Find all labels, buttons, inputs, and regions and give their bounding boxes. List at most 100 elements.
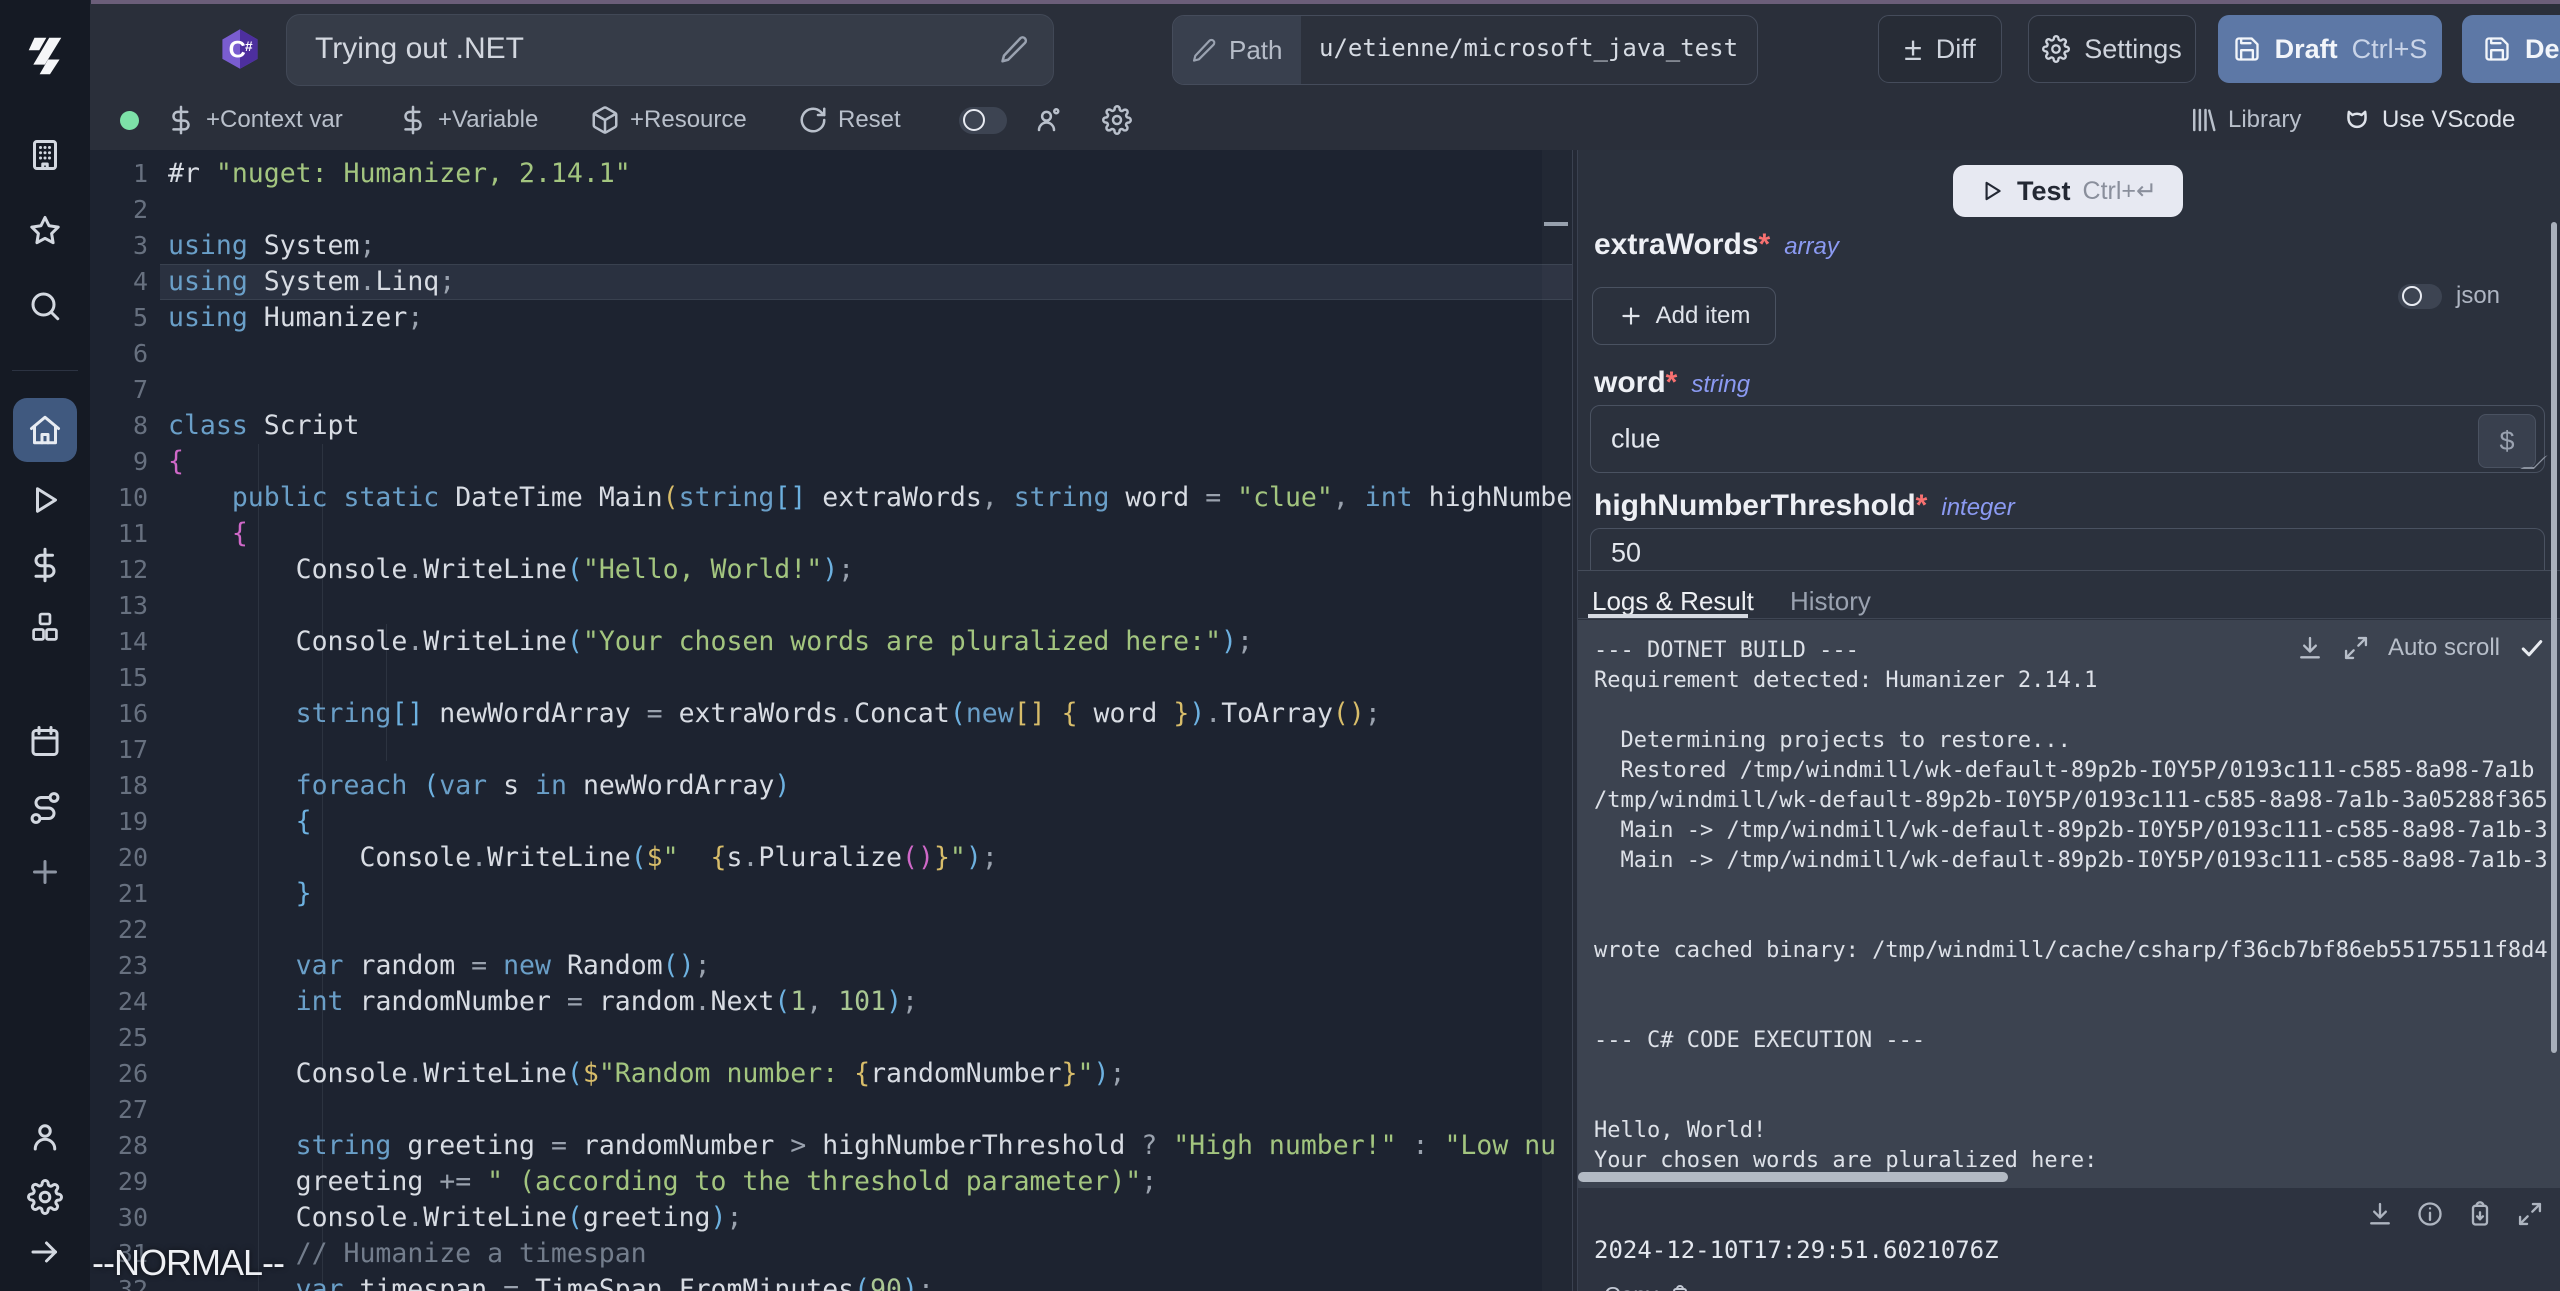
line-number: 16 (90, 696, 148, 732)
code-line[interactable]: 12 Console.WriteLine("Hello, World!"); (90, 552, 1572, 588)
code-line[interactable]: 13 (90, 588, 1572, 624)
word-input[interactable]: clue $ (1590, 405, 2545, 473)
code-line[interactable]: 14 Console.WriteLine("Your chosen words … (90, 624, 1572, 660)
draft-label: Draft (2275, 34, 2338, 65)
logs-horizontal-scrollbar[interactable] (1578, 1172, 2008, 1182)
code-line[interactable]: 10 public static DateTime Main(string[] … (90, 480, 1572, 516)
highnumberthreshold-value: 50 (1611, 538, 1641, 569)
sidebar-item-workspace[interactable] (27, 137, 63, 173)
code-line[interactable]: 26 Console.WriteLine($"Random number: {r… (90, 1056, 1572, 1092)
code-line[interactable]: 19 { (90, 804, 1572, 840)
auto-scroll-label: Auto scroll (2388, 634, 2500, 662)
code-editor[interactable]: 1#r "nuget: Humanizer, 2.14.1"23using Sy… (90, 150, 1572, 1291)
sidebar-item-more[interactable] (27, 854, 63, 890)
svg-text:#: # (245, 39, 253, 54)
copy-label: Copy (1604, 1282, 1658, 1291)
expand-logs-icon[interactable] (2342, 634, 2370, 662)
code-line[interactable]: 9{ (90, 444, 1572, 480)
code-line[interactable]: 21 } (90, 876, 1572, 912)
windmill-logo-icon[interactable] (22, 33, 68, 79)
code-line[interactable]: 25 (90, 1020, 1572, 1056)
line-number: 2 (90, 192, 148, 228)
path-value: u/etienne/microsoft_java_test (1319, 34, 1738, 62)
tab-history[interactable]: History (1790, 586, 1871, 617)
download-logs-icon[interactable] (2296, 634, 2324, 662)
toolbar-toggle[interactable] (959, 90, 1007, 150)
multiplayer-button[interactable] (1034, 90, 1064, 150)
path-field[interactable]: Path u/etienne/microsoft_java_test (1172, 15, 1758, 85)
sidebar-item-flows[interactable] (27, 790, 63, 826)
test-button[interactable]: Test Ctrl+↵ (1953, 165, 2183, 217)
add-context-var-button[interactable]: +Context var (166, 90, 343, 150)
editor-scrollbar[interactable] (1542, 150, 1572, 1291)
sidebar-item-runs[interactable] (27, 482, 63, 518)
highnumberthreshold-input[interactable]: 50 (1590, 528, 2545, 570)
code-line[interactable]: 3using System; (90, 228, 1572, 264)
code-line[interactable]: 7 (90, 372, 1572, 408)
settings-button[interactable]: Settings (2028, 15, 2196, 83)
copy-button[interactable]: Copy (1604, 1282, 1692, 1291)
sidebar-item-variables[interactable] (27, 547, 63, 583)
result-tools (2366, 1200, 2544, 1228)
status-dot (120, 111, 139, 130)
deploy-button[interactable]: Deploy (2462, 15, 2560, 83)
json-toggle[interactable] (2398, 284, 2442, 309)
tab-logs-result[interactable]: Logs & Result (1592, 586, 1754, 617)
library-button[interactable]: Library (2188, 90, 2301, 150)
code-line[interactable]: 18 foreach (var s in newWordArray) (90, 768, 1572, 804)
code-line[interactable]: 32 var timespan = TimeSpan.FromMinutes(9… (90, 1272, 1572, 1291)
sidebar-expand-icon[interactable] (27, 1234, 63, 1270)
json-toggle-row: json (2398, 282, 2500, 310)
panel-vertical-scrollbar[interactable] (2551, 222, 2557, 1053)
add-item-button[interactable]: Add item (1592, 287, 1776, 345)
insert-variable-button[interactable]: $ (2478, 414, 2536, 468)
code-line[interactable]: 8class Script (90, 408, 1572, 444)
sidebar-item-search[interactable] (27, 288, 63, 324)
code-line[interactable]: 23 var random = new Random(); (90, 948, 1572, 984)
use-vscode-button[interactable]: Use VScode (2342, 90, 2515, 150)
download-result-icon[interactable] (2366, 1200, 2394, 1228)
info-icon[interactable] (2416, 1200, 2444, 1228)
code-line[interactable]: 27 (90, 1092, 1572, 1128)
code-line[interactable]: 24 int randomNumber = random.Next(1, 101… (90, 984, 1572, 1020)
code-line[interactable]: 22 (90, 912, 1572, 948)
code-line[interactable]: 1#r "nuget: Humanizer, 2.14.1" (90, 156, 1572, 192)
sidebar-item-favorites[interactable] (27, 213, 63, 249)
code-line[interactable]: 4using System.Linq; (90, 264, 1572, 300)
expand-result-icon[interactable] (2516, 1200, 2544, 1228)
sidebar-item-settings[interactable] (27, 1179, 63, 1215)
add-resource-button[interactable]: +Resource (590, 90, 747, 150)
code-line[interactable]: 5using Humanizer; (90, 300, 1572, 336)
code-line[interactable]: 30 Console.WriteLine(greeting); (90, 1200, 1572, 1236)
reset-button[interactable]: Reset (798, 90, 901, 150)
toggle-off[interactable] (959, 107, 1007, 134)
sidebar-item-home[interactable] (13, 398, 77, 462)
auto-scroll-checkbox[interactable] (2518, 634, 2546, 662)
log-line (1594, 906, 2560, 936)
sidebar-item-resources[interactable] (27, 610, 63, 646)
code-line[interactable]: 2 (90, 192, 1572, 228)
code-line[interactable]: 31 // Humanize a timespan (90, 1236, 1572, 1272)
script-title-field[interactable]: Trying out .NET (286, 14, 1054, 86)
draft-button[interactable]: Draft Ctrl+S (2218, 15, 2442, 83)
diff-button[interactable]: ± Diff (1878, 15, 2002, 83)
code-line[interactable]: 11 { (90, 516, 1572, 552)
code-line[interactable]: 20 Console.WriteLine($" {s.Pluralize()}"… (90, 840, 1572, 876)
field-type: array (1784, 233, 1839, 260)
sidebar-item-account[interactable] (27, 1119, 63, 1155)
editor-settings-button[interactable] (1102, 90, 1132, 150)
result-panel: 2024-12-10T17:29:51.6021076Z Copy (1578, 1188, 2560, 1291)
add-variable-button[interactable]: +Variable (398, 90, 538, 150)
code-line[interactable]: 6 (90, 336, 1572, 372)
code-line[interactable]: 28 string greeting = randomNumber > high… (90, 1128, 1572, 1164)
field-name: highNumberThreshold (1594, 489, 1916, 522)
code-line[interactable]: 16 string[] newWordArray = extraWords.Co… (90, 696, 1572, 732)
copy-result-icon[interactable] (2466, 1200, 2494, 1228)
code-line[interactable]: 15 (90, 660, 1572, 696)
log-line (1594, 1086, 2560, 1116)
edit-path-pencil-icon[interactable] (1191, 37, 1217, 63)
edit-title-pencil-icon[interactable] (999, 34, 1029, 64)
code-line[interactable]: 29 greeting += " (according to the thres… (90, 1164, 1572, 1200)
sidebar-item-schedules[interactable] (27, 723, 63, 759)
code-line[interactable]: 17 (90, 732, 1572, 768)
